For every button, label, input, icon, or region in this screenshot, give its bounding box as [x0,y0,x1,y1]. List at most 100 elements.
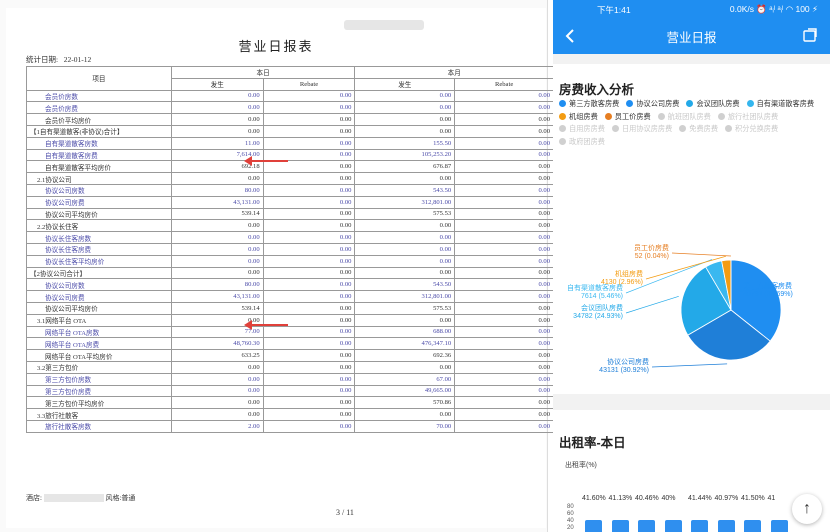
occupancy-bar[interactable] [638,519,655,532]
today-rebate-cell: 0.00 [262,136,356,150]
today-occur-cell: 539.14 [170,301,264,315]
month-rebate-cell: 0.00 [454,219,554,233]
row-label-cell[interactable]: 自有渠道散客房数 [26,136,172,150]
occupancy-bar-label: 41.13% [608,495,633,502]
month-occur-cell: 0.00 [354,101,456,115]
today-rebate-cell: 0.00 [262,325,356,339]
month-rebate-cell: 0.00 [454,242,554,256]
occupancy-bar-label: 40.97% [714,495,739,502]
month-occur-cell: 0.00 [354,89,456,103]
row-label-cell[interactable]: 自有渠道散客房费 [26,148,172,162]
table-row: 旅行社散客房数 2.00 0.00 70.00 0.00 [26,419,554,433]
row-label-cell[interactable]: 协议长住客房数 [26,231,172,244]
report-viewer: 营业日报表 统计日期: 22-01-12 项目 本日 本月 发生 Rebate … [0,0,554,532]
occupancy-bar[interactable] [691,519,708,532]
header-today: 本日 [170,66,356,79]
table-row: 第三方包价房费 0.00 0.00 49,665.00 0.00 [26,384,554,398]
table-row: 会员价平均房价 0.00 0.00 0.00 0.00 [26,113,554,126]
row-label-cell[interactable]: 协议公司房数 [26,183,172,197]
table-row: 网络平台 OTA平均房价 633.25 0.00 692.36 0.00 [26,349,554,362]
today-rebate-cell: 0.00 [262,207,356,221]
today-rebate-cell: 0.00 [262,396,356,410]
today-rebate-cell: 0.00 [262,278,356,292]
today-rebate-cell: 0.00 [262,360,356,374]
row-label-cell[interactable]: 协议公司房数 [26,278,172,292]
row-label-cell[interactable]: 网络平台 OTA房费 [26,337,172,351]
today-occur-cell: 0.00 [170,408,264,421]
header-month-occur: 发生 [354,77,456,91]
row-label-cell[interactable]: 协议长住客平均房价 [26,254,172,268]
occupancy-bar-label: 41 [767,495,776,502]
month-rebate-cell: 0.00 [454,172,554,185]
month-occur-cell: 0.00 [354,231,456,244]
row-label-cell[interactable]: 网络平台 OTA房数 [26,325,172,339]
occupancy-bar[interactable] [717,519,735,532]
today-rebate-cell: 0.00 [262,124,356,138]
occupancy-bar[interactable] [585,519,602,532]
today-rebate-cell: 0.00 [262,337,356,351]
pie-label-line [671,252,731,257]
table-row: 协议长住客平均房价 0.00 0.00 0.00 0.00 [26,254,554,268]
today-occur-cell: 43,131.00 [170,195,264,209]
month-rebate-cell: 0.00 [454,278,554,292]
arrow-up-icon[interactable]: ↑ [792,494,822,524]
table-row: 协议公司房数 80.00 0.00 543.50 0.00 [26,183,554,197]
today-rebate-cell: 0.00 [262,113,356,126]
export-icon[interactable] [802,27,818,43]
occupancy-title: 出租率-本日 [559,436,626,450]
table-row: 自有渠道散客房数 11.00 0.00 155.50 0.00 [26,136,554,150]
today-rebate-cell: 0.00 [262,349,356,362]
table-row: 协议公司平均房价 539.14 0.00 575.53 0.00 [26,207,554,221]
pie-slice-name: 机组房费 [615,269,643,278]
today-rebate-cell: 0.00 [262,195,356,209]
row-label-cell: 第三方包价平均房价 [26,396,172,410]
table-row: 3.2第三方包价 0.00 0.00 0.00 0.00 [26,360,554,374]
row-label-cell: 3.3旅行社散客 [26,408,172,421]
row-label-cell[interactable]: 第三方包价房数 [26,372,172,386]
occupancy-bar[interactable] [664,520,682,532]
y-tick-label: 80 [567,504,574,510]
occupancy-bar[interactable] [611,519,629,532]
occupancy-bar[interactable] [744,519,761,532]
status-indicators: 0.0K/s ⏰ ᵃᵢˡ ᵃᵢˡ ◠ 100 ⚡ [729,4,818,14]
table-row: 网络平台 OTA房费 48,760.30 0.00 476,347.10 0.00 [26,337,554,351]
today-rebate-cell: 0.00 [262,219,356,233]
row-label-cell[interactable]: 旅行社散客房数 [26,419,172,433]
today-occur-cell: 0.00 [170,360,264,374]
month-occur-cell: 105,253.20 [354,148,456,162]
month-occur-cell: 70.00 [354,419,456,433]
y-tick-label: 40 [567,518,574,524]
row-label-cell: 协议公司平均房价 [26,207,172,221]
today-rebate-cell: 0.00 [262,254,356,268]
occupancy-bar-label: 40.46% [635,495,659,502]
row-label-cell[interactable]: 会员价房费 [26,101,172,115]
month-occur-cell: 0.00 [354,113,456,126]
today-occur-cell: 0.00 [170,172,264,185]
table-row: 2.2协议长住客 0.00 0.00 0.00 0.00 [26,219,554,233]
table-row: 第三方包价平均房价 0.00 0.00 570.86 0.00 [26,396,554,410]
month-occur-cell: 0.00 [354,408,456,421]
row-label-cell[interactable]: 协议长住客房费 [26,242,172,256]
pie-slice-value: 52 (0.04%) [635,253,669,260]
month-rebate-cell: 0.00 [454,337,554,351]
month-rebate-cell: 0.00 [454,148,554,162]
row-label-cell: 【1自有渠道散客(非协议)合计】 [26,124,172,138]
month-rebate-cell: 0.00 [454,195,554,209]
table-row: 【2协议公司合计】 0.00 0.00 0.00 0.00 [26,266,554,280]
stat-date-label: 统计日期: [26,55,59,64]
month-rebate-cell: 0.00 [454,160,554,174]
y-tick-label: 60 [567,511,574,517]
occupancy-bar[interactable] [770,519,788,532]
month-occur-cell: 67.00 [354,372,456,386]
row-label-cell[interactable]: 第三方包价房费 [26,384,172,398]
today-occur-cell: 0.00 [170,89,264,103]
header-today-occur: 发生 [170,77,264,91]
month-rebate-cell: 0.00 [454,360,554,374]
month-occur-cell: 0.00 [354,254,456,268]
row-label-cell[interactable]: 会员价房数 [26,89,172,103]
page-indicator: 3 / 11 [336,508,354,517]
row-label-cell[interactable]: 协议公司房费 [26,195,172,209]
row-label-cell[interactable]: 协议公司房费 [26,290,172,303]
occupancy-bar-label: 41.60% [582,495,606,502]
revenue-card: 房费收入分析 第三方散客房费 协议公司房费 会议团队房费 自有渠道散客房费机组房费 员工… [553,64,830,394]
